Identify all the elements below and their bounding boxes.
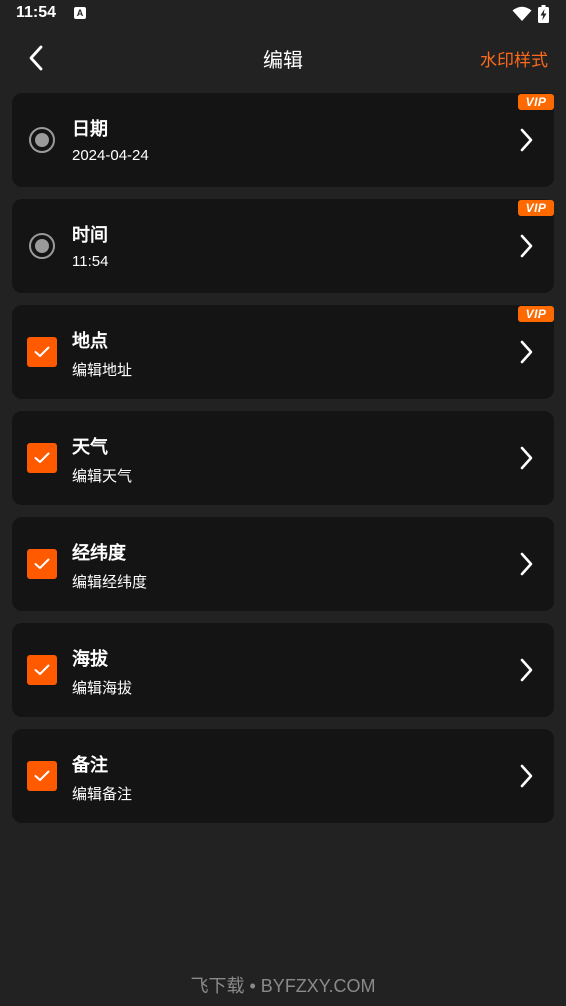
list-item-time[interactable]: 时间 11:54 VIP — [12, 199, 554, 293]
chevron-right-icon — [520, 128, 533, 152]
item-subtitle: 2024-04-24 — [72, 147, 149, 164]
checkbox[interactable] — [26, 336, 58, 368]
item-subtitle: 编辑海拔 — [72, 680, 133, 697]
item-title: 时间 — [72, 225, 108, 246]
item-subtitle: 编辑备注 — [72, 786, 133, 803]
item-subtitle: 编辑天气 — [72, 468, 133, 485]
vip-badge: VIP — [518, 94, 554, 110]
checkbox-box — [27, 443, 57, 473]
settings-list: 日期 2024-04-24 VIP 时间 11:54 VIP 地点 编辑地址 V… — [12, 93, 554, 835]
chevron-right-icon — [520, 340, 533, 364]
header: 编辑 水印样式 — [0, 30, 566, 86]
vip-badge: VIP — [518, 306, 554, 322]
status-time: 11:54 — [16, 4, 57, 21]
list-item-altitude[interactable]: 海拔 编辑海拔 — [12, 623, 554, 717]
chevron-right-icon — [520, 764, 533, 788]
radio-dot — [35, 133, 49, 147]
wifi-icon — [512, 6, 532, 21]
checkmark-icon — [34, 452, 50, 463]
status-bar: 11:54 A — [0, 0, 566, 30]
checkbox[interactable] — [26, 442, 58, 474]
chevron-right-icon — [520, 658, 533, 682]
checkbox[interactable] — [26, 548, 58, 580]
item-title: 日期 — [72, 119, 108, 140]
chevron-left-icon — [29, 45, 43, 71]
checkmark-icon — [34, 346, 50, 357]
radio-button[interactable] — [26, 230, 58, 262]
radio-ring — [29, 233, 55, 259]
chevron-right-icon — [520, 446, 533, 470]
radio-dot — [35, 239, 49, 253]
checkbox-box — [27, 337, 57, 367]
battery-charging-icon — [538, 5, 549, 23]
checkbox[interactable] — [26, 654, 58, 686]
screen: 11:54 A 编辑 水印样式 日期 2024-04-24 VIP 时间 11:… — [0, 0, 566, 1006]
vip-badge: VIP — [518, 200, 554, 216]
radio-button[interactable] — [26, 124, 58, 156]
list-item-weather[interactable]: 天气 编辑天气 — [12, 411, 554, 505]
checkbox-box — [27, 761, 57, 791]
checkmark-icon — [34, 770, 50, 781]
list-item-date[interactable]: 日期 2024-04-24 VIP — [12, 93, 554, 187]
item-subtitle: 编辑经纬度 — [72, 574, 148, 591]
checkmark-icon — [34, 558, 50, 569]
item-title: 海拔 — [72, 649, 108, 670]
checkmark-icon — [34, 664, 50, 675]
item-title: 天气 — [72, 437, 108, 458]
radio-ring — [29, 127, 55, 153]
watermark-style-button[interactable]: 水印样式 — [480, 46, 548, 71]
notification-app-icon: A — [74, 7, 86, 19]
list-item-remark[interactable]: 备注 编辑备注 — [12, 729, 554, 823]
back-button[interactable] — [18, 40, 54, 76]
footer-watermark: 飞下载 • BYFZXY.COM — [190, 976, 376, 996]
chevron-right-icon — [520, 552, 533, 576]
item-title: 备注 — [72, 755, 108, 776]
list-item-location[interactable]: 地点 编辑地址 VIP — [12, 305, 554, 399]
list-item-coordinates[interactable]: 经纬度 编辑经纬度 — [12, 517, 554, 611]
chevron-right-icon — [520, 234, 533, 258]
item-title: 经纬度 — [72, 543, 126, 564]
item-title: 地点 — [72, 331, 108, 352]
item-subtitle: 编辑地址 — [72, 362, 133, 379]
checkbox-box — [27, 549, 57, 579]
item-subtitle: 11:54 — [72, 253, 109, 270]
checkbox-box — [27, 655, 57, 685]
checkbox[interactable] — [26, 760, 58, 792]
